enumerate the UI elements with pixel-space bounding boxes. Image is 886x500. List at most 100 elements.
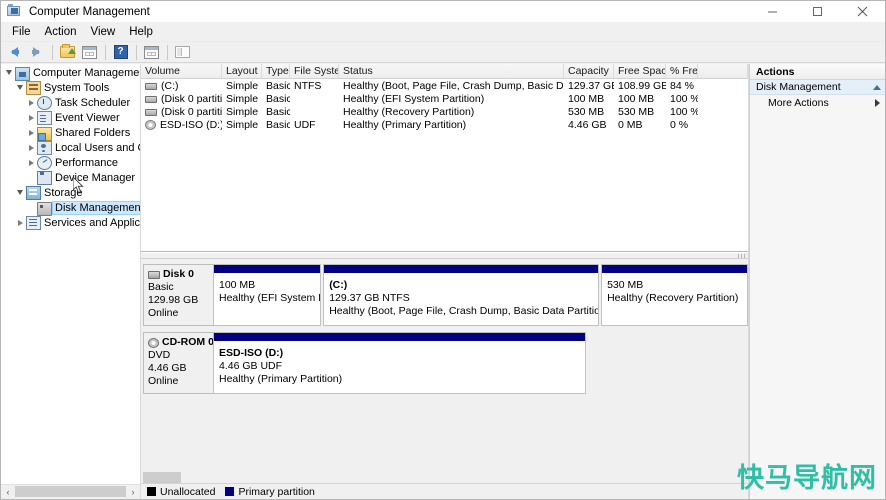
status-cell: Healthy (Recovery Partition) bbox=[343, 105, 475, 118]
tree-item-system-tools[interactable]: System Tools bbox=[1, 80, 140, 95]
scroll-thumb[interactable] bbox=[15, 486, 126, 497]
chevron-right-icon[interactable] bbox=[25, 155, 37, 170]
event-log-icon bbox=[37, 111, 52, 125]
tree-item-shared-folders[interactable]: Shared Folders bbox=[1, 125, 140, 141]
up-one-level-button[interactable] bbox=[57, 43, 78, 62]
tree-item-storage[interactable]: Storage bbox=[1, 185, 140, 200]
disk-info-panel[interactable]: Disk 0 Basic 129.98 GB Online bbox=[143, 264, 213, 326]
menu-item-help[interactable]: Help bbox=[122, 24, 160, 40]
graphical-view[interactable]: Disk 0 Basic 129.98 GB Online 100 MB Healthy … bbox=[141, 259, 748, 483]
window-controls bbox=[750, 1, 885, 23]
chevron-down-icon[interactable] bbox=[14, 185, 26, 200]
column-header-volume[interactable]: Volume bbox=[141, 64, 222, 78]
refresh-button[interactable] bbox=[141, 43, 162, 62]
legend-swatch bbox=[225, 487, 235, 496]
tree-item-device-manager[interactable]: Device Manager bbox=[1, 170, 140, 185]
hard-disk-icon bbox=[145, 83, 157, 90]
disk-info-panel[interactable]: CD-ROM 0 DVD 4.46 GB Online bbox=[143, 332, 214, 394]
chevron-right-icon[interactable] bbox=[25, 95, 37, 110]
column-header-file-system[interactable]: File System bbox=[290, 64, 339, 78]
minimize-button[interactable] bbox=[750, 1, 795, 23]
pane-splitter[interactable] bbox=[141, 252, 748, 259]
tree-item-services-and-applications[interactable]: Services and Applications bbox=[1, 215, 140, 230]
type-cell: Basic bbox=[266, 92, 290, 105]
close-button[interactable] bbox=[840, 1, 885, 23]
actions-group-disk-management[interactable]: Disk Management bbox=[750, 80, 885, 95]
volume-list-rows[interactable]: (C:) Simple Basic NTFS Healthy (Boot, Page F… bbox=[141, 79, 748, 251]
menu-item-view[interactable]: View bbox=[84, 24, 123, 40]
console-tree[interactable]: Computer Management (Local System Tools Ta… bbox=[1, 64, 140, 484]
capacity-cell: 4.46 GB bbox=[568, 118, 607, 131]
volume-cell: (C:) bbox=[141, 80, 222, 92]
volume-row[interactable]: (Disk 0 partition 4) Simple Basic Healthy (… bbox=[141, 105, 748, 118]
tree-item-local-users-and-groups[interactable]: Local Users and Groups bbox=[1, 140, 140, 155]
type-cell: Basic bbox=[266, 79, 290, 92]
chevron-up-icon[interactable] bbox=[873, 84, 881, 90]
show-hide-console-tree-button[interactable] bbox=[79, 43, 100, 62]
column-header-status[interactable]: Status bbox=[339, 64, 564, 78]
toolbar: ? bbox=[1, 42, 885, 63]
chevron-down-icon[interactable] bbox=[14, 80, 26, 95]
tree-item-label: Computer Management (Local bbox=[33, 66, 140, 79]
scroll-track[interactable] bbox=[15, 485, 126, 499]
mmc-console-icon bbox=[7, 3, 23, 20]
volume-label: (C:) bbox=[161, 79, 179, 92]
graph-scroll-thumb[interactable] bbox=[143, 471, 181, 483]
partition-block[interactable]: (C:) 129.37 GB NTFS Healthy (Boot, Page Fi… bbox=[323, 264, 600, 326]
partition-color-bar bbox=[602, 265, 747, 274]
menu-item-action[interactable]: Action bbox=[38, 24, 84, 40]
menu-item-file[interactable]: File bbox=[5, 24, 38, 40]
partition-block[interactable]: 100 MBHealthy (EFI System Partit bbox=[213, 264, 322, 326]
help-button[interactable]: ? bbox=[110, 43, 131, 62]
disk-name-row: CD-ROM 0 bbox=[148, 336, 214, 349]
chevron-down-icon[interactable] bbox=[3, 65, 15, 80]
column-header-free[interactable]: % Free bbox=[666, 64, 698, 78]
volume-label: ESD-ISO (D:) bbox=[160, 118, 222, 131]
free-space-cell: 530 MB bbox=[618, 105, 655, 118]
tree-horizontal-scrollbar[interactable]: ‹ › bbox=[1, 484, 140, 499]
disk-row[interactable]: CD-ROM 0 DVD 4.46 GB Online ESD-ISO (D:) 4.46… bbox=[143, 332, 748, 394]
action-item-more-actions[interactable]: More Actions bbox=[750, 95, 885, 110]
disk-partitions: ESD-ISO (D:) 4.46 GB UDF Healthy (Primary … bbox=[213, 332, 748, 394]
layout-cell: Simple bbox=[226, 79, 259, 92]
actions-group-label: Disk Management bbox=[756, 81, 841, 93]
scroll-left-button[interactable]: ‹ bbox=[1, 485, 15, 499]
chevron-right-icon[interactable] bbox=[25, 125, 37, 140]
system-tools-icon bbox=[26, 81, 41, 95]
volume-list-header[interactable]: VolumeLayoutTypeFile SystemStatusCapacit… bbox=[141, 64, 748, 79]
scroll-right-button[interactable]: › bbox=[126, 485, 140, 499]
volume-row[interactable]: (Disk 0 partition 1) Simple Basic Healthy (… bbox=[141, 92, 748, 105]
column-header-capacity[interactable]: Capacity bbox=[564, 64, 614, 78]
tree-item-computer-management-local[interactable]: Computer Management (Local bbox=[1, 65, 140, 81]
partition-status: Healthy (EFI System Partit bbox=[219, 292, 320, 304]
column-header-layout[interactable]: Layout bbox=[222, 64, 262, 78]
disk-row[interactable]: Disk 0 Basic 129.98 GB Online 100 MB Healthy … bbox=[143, 264, 748, 326]
tree-item-event-viewer[interactable]: Event Viewer bbox=[1, 110, 140, 125]
column-header-free-space[interactable]: Free Space bbox=[614, 64, 666, 78]
layout-cell: Simple bbox=[226, 105, 259, 118]
graphical-view-scrollbar[interactable] bbox=[143, 471, 746, 483]
show-hide-action-pane-button[interactable] bbox=[172, 43, 193, 62]
legend-label: Primary partition bbox=[238, 485, 315, 498]
tree-item-task-scheduler[interactable]: Task Scheduler bbox=[1, 95, 140, 110]
partition-block[interactable]: ESD-ISO (D:) 4.46 GB UDF Healthy (Primary … bbox=[213, 332, 587, 394]
back-button[interactable] bbox=[4, 43, 25, 62]
partition-size: 530 MB bbox=[607, 279, 644, 291]
disk-name: CD-ROM 0 bbox=[162, 336, 214, 348]
graph-scroll-track[interactable] bbox=[143, 471, 746, 483]
forward-button[interactable] bbox=[26, 43, 47, 62]
question-mark-icon: ? bbox=[113, 45, 128, 59]
partition-block[interactable]: 530 MB Healthy (Recovery Partition) bbox=[601, 264, 748, 326]
tree-item-disk-management[interactable]: Disk Management bbox=[1, 200, 140, 216]
maximize-button[interactable] bbox=[795, 1, 840, 23]
tree-item-label: Shared Folders bbox=[55, 126, 131, 139]
volume-row[interactable]: (C:) Simple Basic NTFS Healthy (Boot, Page F… bbox=[141, 79, 748, 92]
volume-row[interactable]: ESD-ISO (D:) Simple Basic UDF Healthy (Prima… bbox=[141, 118, 748, 131]
tree-item-performance[interactable]: Performance bbox=[1, 155, 140, 170]
chevron-right-icon[interactable] bbox=[25, 110, 37, 125]
column-header-type[interactable]: Type bbox=[262, 64, 290, 78]
disk-name: Disk 0 bbox=[163, 268, 194, 280]
disk-type: Basic bbox=[148, 281, 174, 293]
chevron-right-icon[interactable] bbox=[14, 215, 26, 230]
chevron-right-icon[interactable] bbox=[25, 140, 37, 155]
